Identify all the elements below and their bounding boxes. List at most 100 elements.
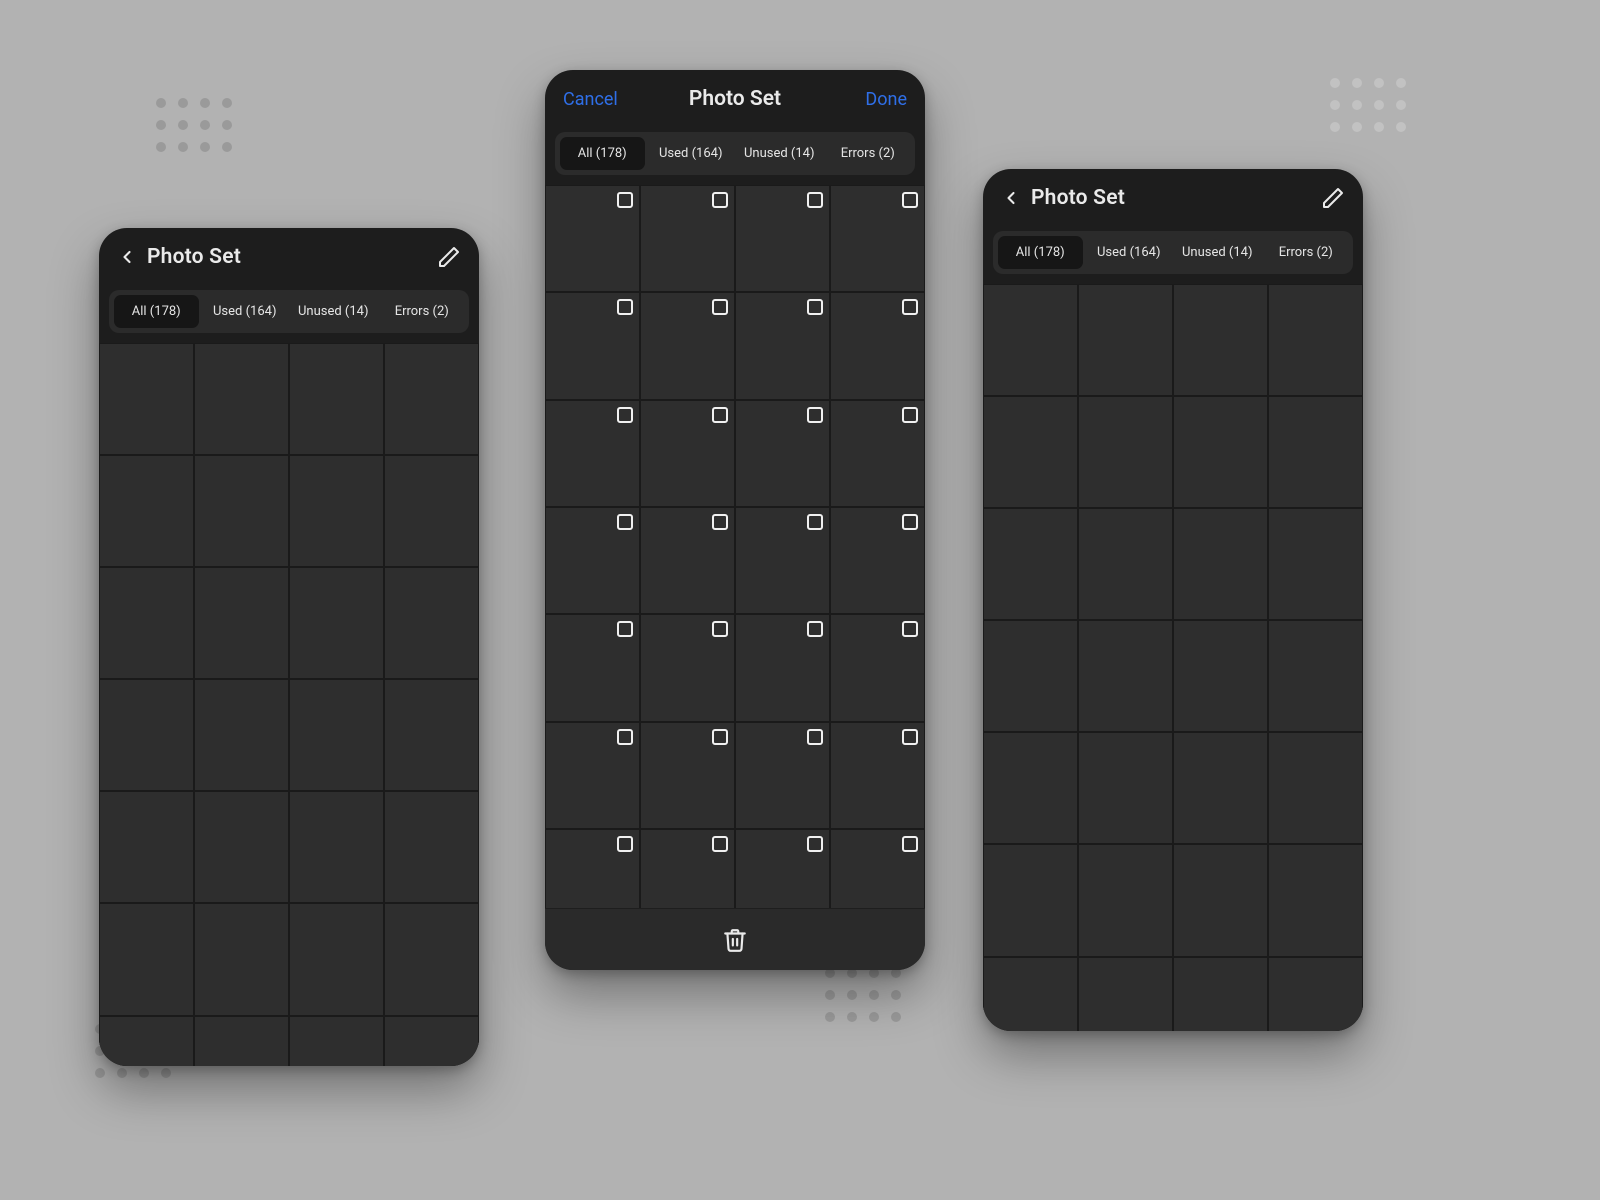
photo-checkbox[interactable]	[807, 192, 823, 208]
photo-checkbox[interactable]	[807, 836, 823, 852]
photo-cell[interactable]	[640, 614, 735, 721]
photo-cell[interactable]	[99, 679, 194, 791]
photo-cell[interactable]	[1268, 508, 1363, 620]
photo-checkbox[interactable]	[712, 407, 728, 423]
photo-checkbox[interactable]	[617, 192, 633, 208]
photo-cell[interactable]	[1173, 957, 1268, 1031]
photo-cell[interactable]	[1078, 844, 1173, 956]
photo-cell[interactable]	[640, 722, 735, 829]
photo-cell[interactable]	[1268, 732, 1363, 844]
photo-cell[interactable]	[194, 791, 289, 903]
photo-cell[interactable]	[983, 284, 1078, 396]
photo-cell[interactable]	[289, 903, 384, 1015]
photo-cell[interactable]	[99, 343, 194, 455]
cancel-button[interactable]: Cancel	[563, 89, 618, 110]
photo-checkbox[interactable]	[902, 192, 918, 208]
photo-cell[interactable]	[289, 1016, 384, 1066]
tab-all[interactable]: All (178)	[998, 236, 1083, 269]
edit-button[interactable]	[437, 245, 461, 269]
photo-cell[interactable]	[289, 791, 384, 903]
photo-cell[interactable]	[735, 614, 830, 721]
edit-button[interactable]	[1321, 186, 1345, 210]
tab-unused[interactable]: Unused (14)	[1175, 236, 1260, 269]
photo-cell[interactable]	[640, 185, 735, 292]
photo-cell[interactable]	[1078, 620, 1173, 732]
photo-cell[interactable]	[99, 1016, 194, 1066]
photo-cell[interactable]	[1078, 396, 1173, 508]
photo-checkbox[interactable]	[902, 621, 918, 637]
photo-checkbox[interactable]	[617, 729, 633, 745]
photo-checkbox[interactable]	[902, 514, 918, 530]
photo-cell[interactable]	[99, 455, 194, 567]
photo-cell[interactable]	[194, 343, 289, 455]
photo-checkbox[interactable]	[617, 407, 633, 423]
tab-unused[interactable]: Unused (14)	[291, 295, 376, 328]
photo-cell[interactable]	[99, 903, 194, 1015]
photo-cell[interactable]	[545, 507, 640, 614]
photo-checkbox[interactable]	[712, 192, 728, 208]
photo-cell[interactable]	[640, 829, 735, 908]
photo-checkbox[interactable]	[712, 729, 728, 745]
photo-cell[interactable]	[545, 829, 640, 908]
photo-cell[interactable]	[830, 829, 925, 908]
tab-used[interactable]: Used (164)	[649, 137, 734, 170]
photo-checkbox[interactable]	[807, 299, 823, 315]
photo-cell[interactable]	[640, 400, 735, 507]
photo-cell[interactable]	[1078, 957, 1173, 1031]
photo-cell[interactable]	[1268, 844, 1363, 956]
photo-checkbox[interactable]	[902, 407, 918, 423]
photo-cell[interactable]	[830, 292, 925, 399]
tab-errors[interactable]: Errors (2)	[826, 137, 911, 170]
tab-errors[interactable]: Errors (2)	[1264, 236, 1349, 269]
photo-cell[interactable]	[194, 1016, 289, 1066]
photo-cell[interactable]	[194, 567, 289, 679]
photo-checkbox[interactable]	[712, 514, 728, 530]
photo-cell[interactable]	[384, 679, 479, 791]
delete-button[interactable]	[722, 927, 748, 953]
photo-cell[interactable]	[384, 903, 479, 1015]
photo-cell[interactable]	[735, 507, 830, 614]
photo-checkbox[interactable]	[807, 407, 823, 423]
photo-checkbox[interactable]	[902, 299, 918, 315]
photo-checkbox[interactable]	[617, 514, 633, 530]
back-button[interactable]	[1001, 188, 1021, 208]
photo-cell[interactable]	[384, 791, 479, 903]
photo-checkbox[interactable]	[712, 299, 728, 315]
photo-cell[interactable]	[194, 903, 289, 1015]
photo-cell[interactable]	[983, 620, 1078, 732]
photo-cell[interactable]	[830, 185, 925, 292]
photo-cell[interactable]	[1173, 844, 1268, 956]
photo-cell[interactable]	[1268, 957, 1363, 1031]
photo-cell[interactable]	[384, 343, 479, 455]
photo-cell[interactable]	[735, 185, 830, 292]
photo-checkbox[interactable]	[617, 836, 633, 852]
photo-cell[interactable]	[289, 567, 384, 679]
photo-cell[interactable]	[289, 455, 384, 567]
photo-cell[interactable]	[830, 722, 925, 829]
photo-cell[interactable]	[1078, 732, 1173, 844]
photo-cell[interactable]	[545, 185, 640, 292]
photo-checkbox[interactable]	[807, 621, 823, 637]
photo-cell[interactable]	[99, 791, 194, 903]
photo-cell[interactable]	[384, 567, 479, 679]
photo-cell[interactable]	[1173, 396, 1268, 508]
photo-cell[interactable]	[983, 396, 1078, 508]
photo-checkbox[interactable]	[807, 514, 823, 530]
photo-cell[interactable]	[545, 722, 640, 829]
photo-cell[interactable]	[983, 844, 1078, 956]
back-button[interactable]	[117, 247, 137, 267]
photo-cell[interactable]	[1173, 620, 1268, 732]
photo-cell[interactable]	[735, 292, 830, 399]
photo-checkbox[interactable]	[807, 729, 823, 745]
photo-checkbox[interactable]	[902, 729, 918, 745]
photo-checkbox[interactable]	[617, 621, 633, 637]
photo-cell[interactable]	[194, 455, 289, 567]
photo-cell[interactable]	[289, 679, 384, 791]
photo-cell[interactable]	[1268, 284, 1363, 396]
photo-cell[interactable]	[1078, 508, 1173, 620]
tab-used[interactable]: Used (164)	[1087, 236, 1172, 269]
photo-cell[interactable]	[1173, 732, 1268, 844]
photo-cell[interactable]	[735, 829, 830, 908]
photo-cell[interactable]	[194, 679, 289, 791]
tab-errors[interactable]: Errors (2)	[380, 295, 465, 328]
